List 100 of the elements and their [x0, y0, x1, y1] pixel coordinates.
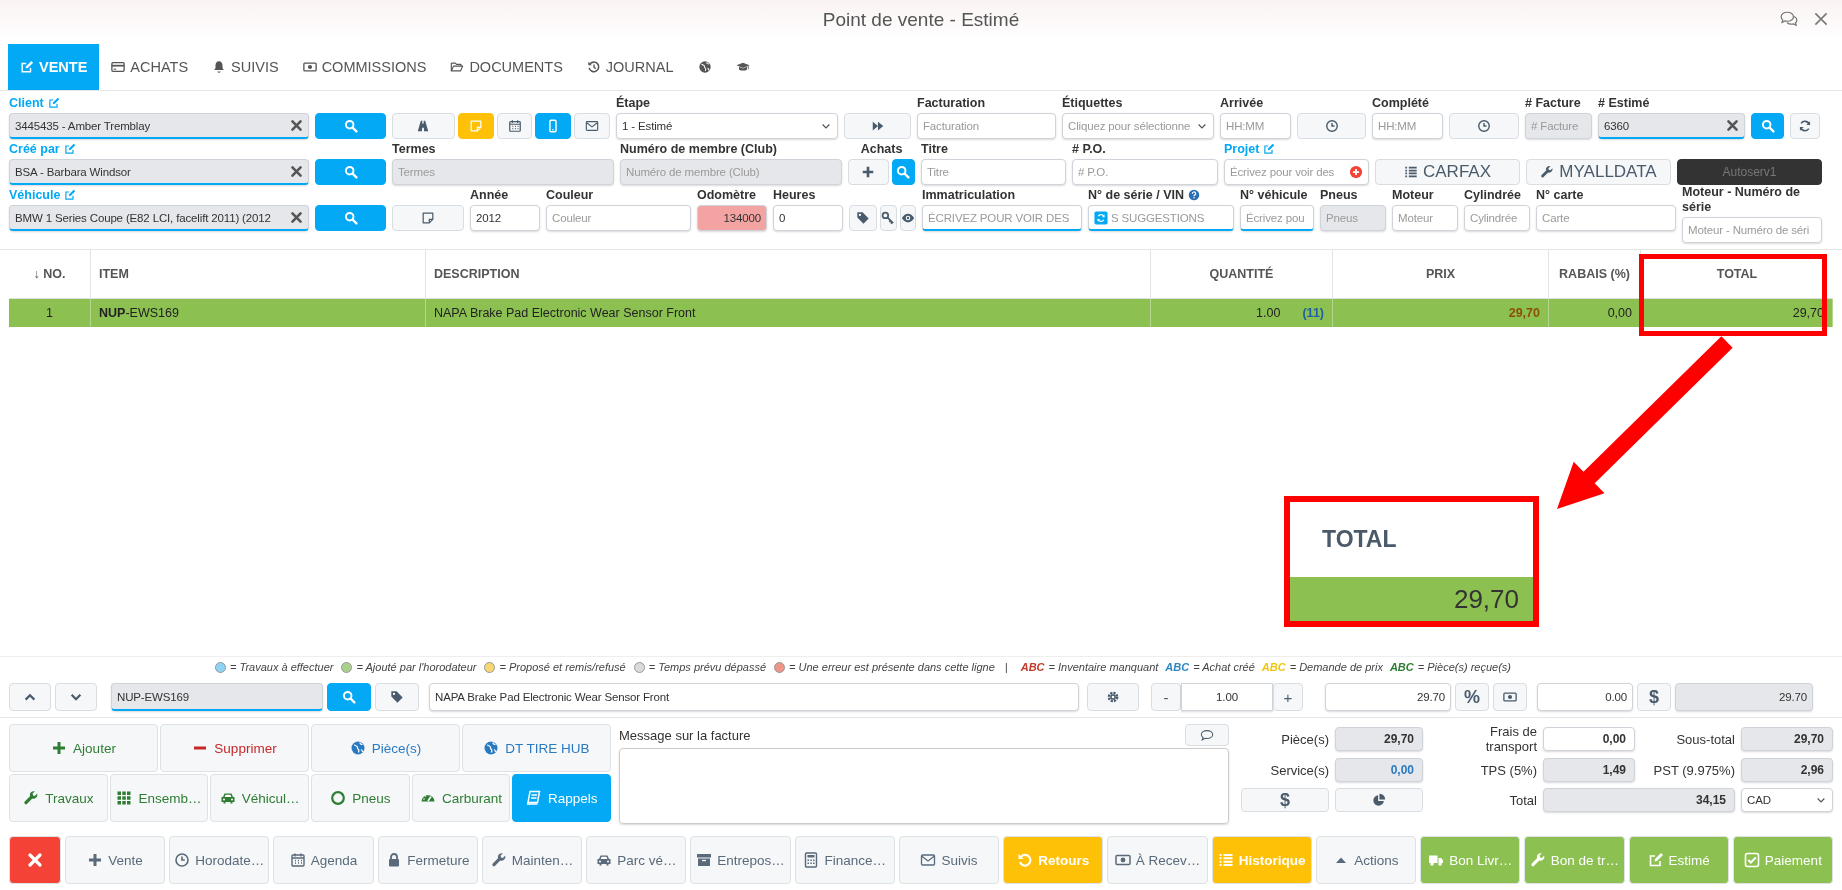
action-button[interactable]: Supprimer: [160, 724, 309, 772]
action-button[interactable]: Carburant: [411, 774, 511, 822]
tab[interactable]: DOCUMENTS: [438, 44, 575, 90]
input-field[interactable]: NUP-EWS169: [111, 683, 323, 711]
column-header[interactable]: ITEM: [91, 250, 426, 298]
chat-icon[interactable]: [1780, 10, 1798, 28]
input-field[interactable]: 29,70: [1741, 727, 1833, 751]
comment-button[interactable]: [1185, 724, 1229, 746]
input-field[interactable]: # P.O.: [1072, 159, 1218, 185]
action-button[interactable]: DT TIRE HUB: [462, 724, 611, 772]
tab[interactable]: COMMISSIONS: [290, 44, 439, 90]
input-field[interactable]: 6360: [1598, 113, 1745, 139]
envelope-button[interactable]: [574, 113, 610, 139]
clear-icon[interactable]: [290, 119, 303, 132]
note-button[interactable]: [392, 205, 464, 231]
input-field[interactable]: 29.70: [1675, 683, 1813, 711]
input-field[interactable]: 3445435 - Amber Tremblay: [9, 113, 309, 139]
input-field[interactable]: Écrivez pou: [1240, 205, 1314, 231]
increment-button[interactable]: +: [1273, 683, 1303, 711]
currency-select[interactable]: CAD: [1741, 788, 1833, 812]
input-field[interactable]: Titre: [921, 159, 1066, 185]
input-field[interactable]: 29,70: [1335, 727, 1423, 751]
input-field[interactable]: NAPA Brake Pad Electronic Wear Sensor Front: [429, 683, 1079, 711]
clear-icon[interactable]: [290, 211, 303, 224]
tag-button[interactable]: [375, 683, 419, 711]
input-field[interactable]: 1.00: [1181, 683, 1273, 711]
column-header[interactable]: ↓ NO.: [9, 250, 91, 298]
toolbar-button[interactable]: Agenda: [273, 836, 374, 884]
input-field[interactable]: Facturation: [917, 113, 1056, 139]
input-field[interactable]: Cylindrée: [1464, 205, 1530, 231]
chevron-down-button[interactable]: [55, 683, 97, 711]
tag-button[interactable]: [849, 205, 878, 231]
action-button[interactable]: Ensemb…: [109, 774, 209, 822]
edit-icon[interactable]: [47, 97, 60, 109]
toolbar-button[interactable]: Horodate…: [169, 836, 270, 884]
chevron-up-button[interactable]: [9, 683, 51, 711]
settings-button[interactable]: [1087, 683, 1139, 711]
fast-forward-button[interactable]: [844, 113, 911, 139]
road-button[interactable]: [392, 113, 455, 139]
input-field[interactable]: 134000: [697, 205, 767, 231]
input-field[interactable]: ÉCRIVEZ POUR VOIR DES: [922, 205, 1082, 231]
input-field[interactable]: 0,00: [1543, 727, 1635, 751]
input-field[interactable]: 0.00: [1537, 683, 1633, 711]
input-field[interactable]: HH:MM: [1372, 113, 1443, 139]
add-icon[interactable]: [1349, 165, 1363, 179]
action-button[interactable]: Pièce(s): [311, 724, 460, 772]
input-field[interactable]: 0: [773, 205, 843, 231]
refresh-button[interactable]: [1790, 113, 1820, 139]
input-field[interactable]: 34,15: [1543, 788, 1735, 812]
action-button[interactable]: Pneus: [311, 774, 410, 822]
column-header[interactable]: TOTAL: [1641, 250, 1833, 298]
input-field[interactable]: BMW 1 Series Coupe (E82 LCI, facelift 2011) (2012: [9, 205, 309, 231]
input-field[interactable]: 2,96: [1741, 758, 1833, 782]
input-field[interactable]: HH:MM: [1220, 113, 1291, 139]
banknote-button[interactable]: [1493, 683, 1527, 711]
link-button[interactable]: CARFAX: [1375, 159, 1520, 185]
input-field[interactable]: Couleur: [546, 205, 691, 231]
close-button[interactable]: [9, 836, 61, 884]
column-header[interactable]: DESCRIPTION: [426, 250, 1151, 298]
edit-icon[interactable]: [63, 143, 76, 155]
percent-button[interactable]: %: [1455, 683, 1489, 711]
plus-button[interactable]: [848, 159, 889, 185]
action-button[interactable]: Ajouter: [9, 724, 158, 772]
select-field[interactable]: Cliquez pour sélectionne: [1062, 113, 1214, 139]
clock-button[interactable]: [1449, 113, 1519, 139]
toolbar-button[interactable]: À Recev…: [1107, 836, 1208, 884]
edit-icon[interactable]: [64, 189, 77, 201]
dollar-button[interactable]: $: [1241, 788, 1329, 812]
search-button[interactable]: [315, 159, 386, 185]
calendar-button[interactable]: [496, 113, 533, 139]
user-button[interactable]: Autoserv1: [1677, 159, 1822, 185]
close-icon[interactable]: [1812, 10, 1830, 28]
pie-chart-button[interactable]: [1335, 788, 1423, 812]
decrement-button[interactable]: -: [1151, 683, 1181, 711]
link-button[interactable]: MYALLDATA: [1526, 159, 1671, 185]
input-field[interactable]: BSA - Barbara Windsor: [9, 159, 309, 185]
toolbar-button[interactable]: Fermeture: [377, 836, 478, 884]
select-field[interactable]: 1 - Estimé: [616, 113, 838, 139]
help-icon[interactable]: [1188, 189, 1200, 201]
dollar-button[interactable]: $: [1637, 683, 1671, 711]
input-field[interactable]: Moteur - Numéro de séri: [1682, 217, 1822, 243]
clear-icon[interactable]: [1726, 119, 1739, 132]
toolbar-button[interactable]: Mainten…: [481, 836, 583, 884]
toolbar-button[interactable]: Vente: [65, 836, 166, 884]
input-field[interactable]: Carte: [1536, 205, 1676, 231]
input-field[interactable]: 2012: [470, 205, 540, 231]
input-field[interactable]: 29.70: [1325, 683, 1451, 711]
column-header[interactable]: PRIX: [1333, 250, 1549, 298]
clock-button[interactable]: [1297, 113, 1366, 139]
action-button[interactable]: Véhicul…: [210, 774, 309, 822]
input-field[interactable]: 0,00: [1335, 758, 1423, 782]
toolbar-button[interactable]: Suivis: [898, 836, 1000, 884]
clear-icon[interactable]: [290, 165, 303, 178]
eye-button[interactable]: [899, 205, 916, 231]
search-button[interactable]: [1751, 113, 1784, 139]
input-field[interactable]: Écrivez pour voir des: [1224, 159, 1369, 185]
toolbar-button[interactable]: Finance…: [794, 836, 895, 884]
action-button[interactable]: Travaux: [9, 774, 108, 822]
column-header[interactable]: RABAIS (%): [1549, 250, 1641, 298]
toolbar-button[interactable]: Parc vé…: [586, 836, 687, 884]
